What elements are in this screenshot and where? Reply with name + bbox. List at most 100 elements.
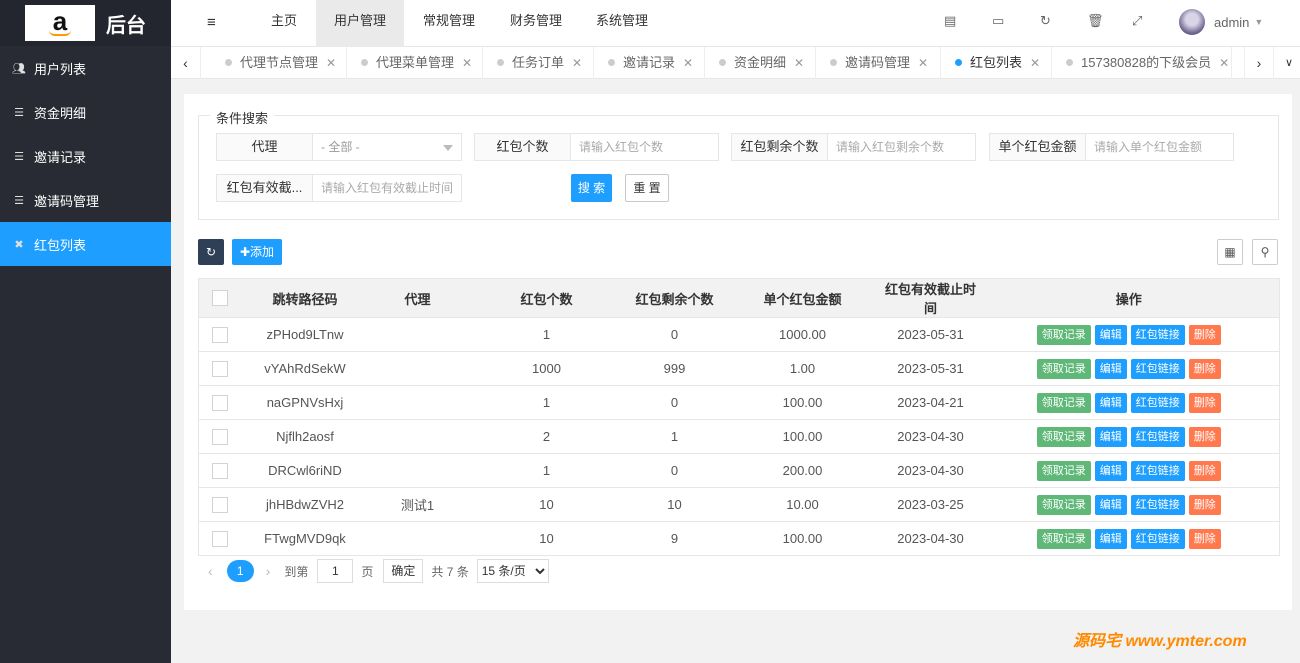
tab-redpackets[interactable]: 红包列表 ✕: [941, 47, 1052, 79]
close-icon[interactable]: ✕: [918, 56, 928, 70]
tab-subordinate-members[interactable]: 157380828的下级会员 ✕: [1052, 47, 1232, 79]
sidebar-item-redpackets[interactable]: ✖ 红包列表: [0, 222, 171, 266]
claim-records-button[interactable]: 领取记录: [1036, 460, 1091, 481]
nav-finance-management[interactable]: 财务管理: [501, 0, 571, 47]
close-icon[interactable]: ✕: [326, 56, 336, 70]
claim-records-button[interactable]: 领取记录: [1036, 324, 1091, 345]
edit-button[interactable]: 编辑: [1094, 426, 1127, 447]
columns-icon[interactable]: ▦: [1217, 239, 1243, 265]
row-checkbox[interactable]: [212, 394, 229, 411]
reset-button[interactable]: 重 置: [625, 174, 669, 202]
delete-button[interactable]: 删除: [1188, 392, 1221, 413]
row-checkbox[interactable]: [212, 462, 229, 479]
edit-button[interactable]: 编辑: [1094, 358, 1127, 379]
goto-confirm-button[interactable]: 确定: [383, 559, 424, 583]
search-icon[interactable]: ⚲: [1252, 239, 1278, 265]
claim-records-button[interactable]: 领取记录: [1036, 426, 1091, 447]
row-select-cell: [198, 317, 242, 352]
redpacket-link-button[interactable]: 红包链接: [1130, 426, 1185, 447]
remaining-count-input[interactable]: 请输入红包剩余个数: [828, 134, 975, 160]
nav-system-management[interactable]: 系统管理: [587, 0, 657, 47]
edit-button[interactable]: 编辑: [1094, 494, 1127, 515]
column-header[interactable]: 跳转路径码: [241, 278, 369, 318]
redpacket-link-button[interactable]: 红包链接: [1130, 528, 1185, 549]
sidebar-item-invite-codes[interactable]: ☰ 邀请码管理: [0, 178, 171, 222]
sidebar-item-invites[interactable]: ☰ 邀请记录: [0, 134, 171, 178]
close-icon[interactable]: ✕: [462, 56, 472, 70]
chart-icon[interactable]: ▤: [944, 13, 956, 29]
goto-page-input[interactable]: 1: [317, 559, 354, 583]
nav-general-management[interactable]: 常规管理: [414, 0, 484, 47]
claim-records-button[interactable]: 领取记录: [1036, 494, 1091, 515]
packet-count-input[interactable]: 请输入红包个数: [571, 134, 718, 160]
row-checkbox[interactable]: [212, 360, 229, 377]
tab-invite-codes[interactable]: 邀请码管理 ✕: [816, 47, 941, 79]
column-header[interactable]: 红包个数: [466, 278, 627, 318]
redpacket-link-button[interactable]: 红包链接: [1130, 358, 1185, 379]
refresh-button[interactable]: ↻: [198, 239, 224, 265]
delete-button[interactable]: 删除: [1188, 528, 1221, 549]
row-checkbox[interactable]: [212, 530, 229, 547]
nav-home[interactable]: 主页: [257, 0, 311, 47]
tab-funds[interactable]: 资金明细 ✕: [705, 47, 816, 79]
edit-button[interactable]: 编辑: [1094, 460, 1127, 481]
row-checkbox[interactable]: [212, 496, 229, 513]
expiry-date-input[interactable]: 请输入红包有效截止时间: [313, 175, 461, 201]
next-page-icon[interactable]: ›: [266, 563, 271, 579]
close-icon[interactable]: ✕: [572, 56, 582, 70]
edit-button[interactable]: 编辑: [1094, 528, 1127, 549]
refresh-icon[interactable]: ↻: [1040, 13, 1051, 29]
chevron-right-icon[interactable]: ›: [1244, 47, 1274, 79]
prev-page-icon[interactable]: ‹: [208, 563, 213, 579]
single-amount-field[interactable]: 单个红包金额 请输入单个红包金额: [989, 133, 1234, 161]
row-checkbox[interactable]: [212, 428, 229, 445]
menu-toggle-icon[interactable]: ≡: [207, 14, 216, 31]
agent-select[interactable]: 代理 - 全部 -: [216, 133, 462, 161]
packet-count-field[interactable]: 红包个数 请输入红包个数: [474, 133, 719, 161]
tab-invites[interactable]: 邀请记录 ✕: [594, 47, 705, 79]
delete-button[interactable]: 删除: [1188, 494, 1221, 515]
add-button[interactable]: ✚添加: [232, 239, 282, 265]
delete-button[interactable]: 删除: [1188, 460, 1221, 481]
row-checkbox[interactable]: [212, 326, 229, 343]
redpacket-link-button[interactable]: 红包链接: [1130, 392, 1185, 413]
expiry-date-field[interactable]: 红包有效截... 请输入红包有效截止时间: [216, 174, 462, 202]
card-icon[interactable]: ▭: [992, 13, 1004, 29]
claim-records-button[interactable]: 领取记录: [1036, 392, 1091, 413]
column-header[interactable]: 单个红包金额: [722, 278, 883, 318]
search-button[interactable]: 搜 索: [571, 174, 612, 202]
single-amount-input[interactable]: 请输入单个红包金额: [1086, 134, 1233, 160]
sidebar-item-users[interactable]: 👥︎ 用户列表: [0, 46, 171, 90]
user-menu[interactable]: admin ▼: [1179, 9, 1263, 35]
redpacket-link-button[interactable]: 红包链接: [1130, 460, 1185, 481]
chevron-down-icon[interactable]: ∨: [1274, 47, 1300, 79]
fullscreen-icon[interactable]: ⤢: [1132, 13, 1142, 29]
tab-agent-menu[interactable]: 代理菜单管理 ✕: [347, 47, 483, 79]
close-icon[interactable]: ✕: [1030, 56, 1040, 70]
redpacket-link-button[interactable]: 红包链接: [1130, 494, 1185, 515]
claim-records-button[interactable]: 领取记录: [1036, 528, 1091, 549]
delete-button[interactable]: 删除: [1188, 358, 1221, 379]
close-icon[interactable]: ✕: [794, 56, 804, 70]
edit-button[interactable]: 编辑: [1094, 324, 1127, 345]
delete-button[interactable]: 删除: [1188, 426, 1221, 447]
delete-button[interactable]: 删除: [1188, 324, 1221, 345]
close-icon[interactable]: ✕: [1219, 56, 1229, 70]
tab-agent-nodes[interactable]: 代理节点管理 ✕: [211, 47, 347, 79]
tab-task-orders[interactable]: 任务订单 ✕: [483, 47, 594, 79]
close-icon[interactable]: ✕: [683, 56, 693, 70]
edit-button[interactable]: 编辑: [1094, 392, 1127, 413]
page-number-current[interactable]: 1: [226, 560, 254, 582]
nav-user-management[interactable]: 用户管理: [316, 0, 404, 47]
chevron-left-icon[interactable]: ‹: [171, 47, 201, 79]
remaining-count-field[interactable]: 红包剩余个数 请输入红包剩余个数: [731, 133, 976, 161]
select-all-checkbox[interactable]: [212, 290, 229, 307]
claim-records-button[interactable]: 领取记录: [1036, 358, 1091, 379]
redpacket-link-button[interactable]: 红包链接: [1130, 324, 1185, 345]
column-header[interactable]: 代理: [368, 278, 467, 318]
sidebar-item-funds[interactable]: ☰ 资金明细: [0, 90, 171, 134]
trash-icon[interactable]: 🗑︎: [1087, 13, 1104, 29]
page-size-select[interactable]: 15 条/页: [476, 559, 549, 583]
column-header[interactable]: 红包剩余个数: [626, 278, 723, 318]
column-header[interactable]: 红包有效截止时间: [882, 278, 979, 318]
